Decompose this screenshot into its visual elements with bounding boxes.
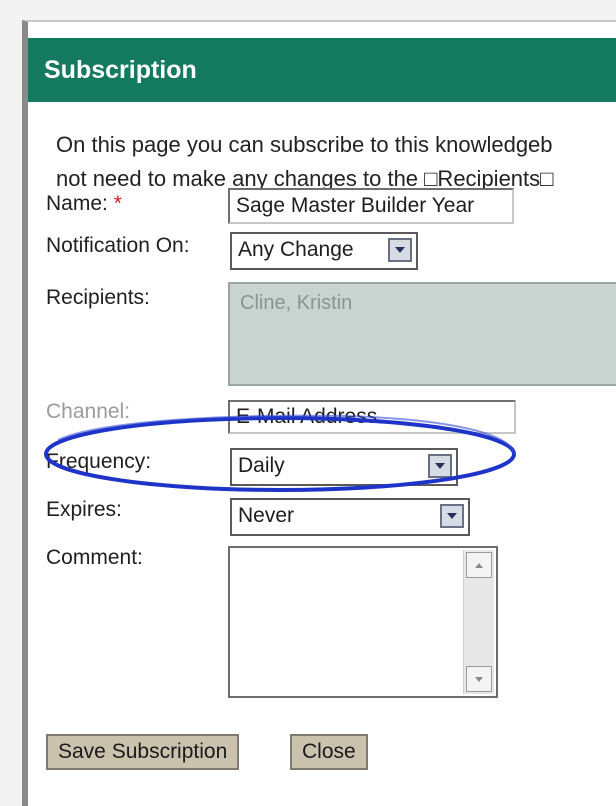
subscription-dialog: Subscription On this page you can subscr…: [22, 20, 616, 806]
comment-textarea[interactable]: [228, 546, 498, 698]
chevron-down-icon[interactable]: [388, 238, 412, 262]
scroll-up-icon[interactable]: [466, 552, 492, 578]
recipients-field: Cline, Kristin: [228, 282, 616, 386]
save-subscription-button[interactable]: Save Subscription: [46, 734, 240, 770]
notification-value: Any Change: [238, 238, 354, 261]
channel-input[interactable]: [228, 400, 516, 434]
frequency-value: Daily: [238, 454, 285, 477]
intro-text: On this page you can subscribe to this k…: [56, 128, 616, 196]
comment-scrollbar[interactable]: [463, 550, 494, 694]
expires-value: Never: [238, 504, 295, 527]
close-button[interactable]: Close: [290, 734, 368, 770]
recipients-label: Recipients:: [46, 286, 150, 309]
recipients-value: Cline, Kristin: [240, 292, 353, 314]
intro-line-1: On this page you can subscribe to this k…: [56, 132, 553, 157]
notification-select[interactable]: Any Change: [230, 232, 418, 270]
expires-select[interactable]: Never: [230, 498, 470, 536]
dialog-title: Subscription: [28, 38, 616, 102]
channel-label: Channel:: [46, 400, 131, 423]
comment-label: Comment:: [46, 546, 143, 569]
expires-label: Expires:: [46, 498, 122, 521]
required-mark: *: [113, 192, 122, 215]
chevron-down-icon[interactable]: [440, 504, 464, 528]
name-label: Name:: [46, 192, 108, 215]
notification-label: Notification On:: [46, 234, 190, 257]
name-label-row: Name: *: [46, 192, 122, 216]
name-input[interactable]: [228, 188, 514, 224]
scroll-down-icon[interactable]: [466, 666, 492, 692]
frequency-select[interactable]: Daily: [230, 448, 458, 486]
chevron-down-icon[interactable]: [428, 454, 452, 478]
frequency-label: Frequency:: [46, 450, 152, 473]
